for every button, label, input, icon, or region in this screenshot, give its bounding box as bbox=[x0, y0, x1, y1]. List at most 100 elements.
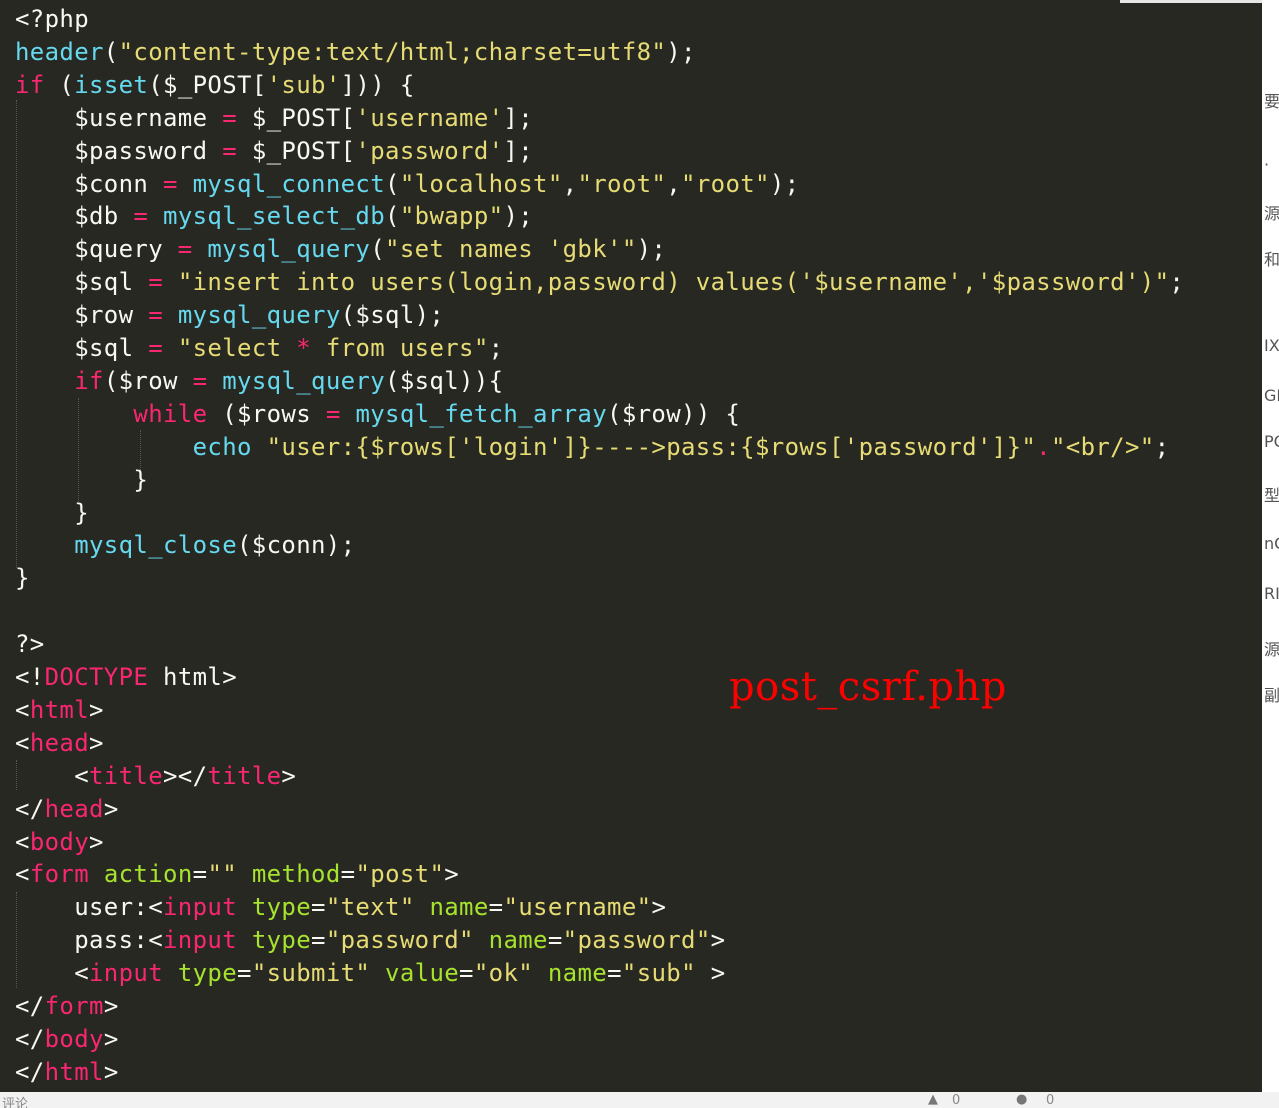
code-token: title bbox=[89, 761, 163, 790]
indent-guide bbox=[78, 398, 79, 502]
code-line: } bbox=[15, 562, 30, 595]
code-token: header bbox=[15, 37, 104, 66]
code-token: "user:{$rows['login']}---->pass:{$rows['… bbox=[266, 432, 1037, 461]
code-token: mysql_connect bbox=[192, 169, 386, 198]
code-token: = bbox=[607, 959, 622, 988]
code-token: = bbox=[325, 399, 341, 428]
code-line: <!DOCTYPE html> bbox=[15, 661, 237, 694]
code-token: 'password' bbox=[355, 136, 504, 165]
code-token: , bbox=[666, 169, 682, 198]
code-token: = bbox=[311, 893, 326, 922]
code-token: = bbox=[133, 202, 149, 231]
code-token: = bbox=[311, 926, 326, 955]
indent-guide bbox=[16, 100, 17, 568]
code-token: > bbox=[103, 1024, 119, 1053]
code-token: , bbox=[562, 169, 578, 198]
code-token: 'username' bbox=[355, 103, 504, 132]
code-token: ; bbox=[1154, 432, 1170, 461]
code-token: type bbox=[177, 959, 238, 988]
code-token: ( bbox=[385, 169, 400, 198]
code-token: while bbox=[133, 399, 208, 428]
code-line: $query = mysql_query("set names 'gbk'"); bbox=[15, 233, 666, 266]
code-token: user:< bbox=[15, 893, 163, 922]
code-token: < bbox=[15, 827, 30, 856]
like-count: 0 bbox=[952, 1093, 961, 1108]
code-token: type bbox=[251, 893, 312, 922]
code-token: . bbox=[1036, 432, 1051, 461]
code-token: ]; bbox=[503, 103, 534, 132]
indent-guide bbox=[140, 430, 141, 470]
code-token: value bbox=[385, 959, 460, 988]
code-line: echo "user:{$rows['login']}---->pass:{$r… bbox=[15, 431, 1169, 464]
code-token: "password" bbox=[325, 926, 474, 955]
code-token: "sub" bbox=[621, 959, 696, 988]
code-token: $_POST[ bbox=[237, 136, 356, 165]
code-token: ?> bbox=[15, 630, 45, 659]
code-token: $db bbox=[15, 202, 134, 231]
code-token: ($row)) { bbox=[607, 399, 741, 428]
code-token: > bbox=[281, 761, 297, 790]
code-token: type bbox=[251, 926, 312, 955]
comment-count: 0 bbox=[1046, 1093, 1055, 1108]
code-token: = bbox=[459, 959, 474, 988]
comment-icon[interactable]: ● bbox=[1016, 1092, 1027, 1107]
bottom-left-text: 评论 bbox=[2, 1097, 29, 1108]
code-token: 'sub' bbox=[266, 70, 341, 99]
code-token: mysql_query bbox=[222, 366, 386, 395]
code-token: "post" bbox=[355, 860, 445, 889]
code-token: method bbox=[251, 860, 341, 889]
edge-text-fragment: 副 bbox=[1264, 686, 1279, 705]
code-token: "bwapp" bbox=[399, 202, 504, 231]
code-token: "text" bbox=[325, 893, 415, 922]
code-token: </ bbox=[15, 992, 45, 1020]
code-line: $db = mysql_select_db("bwapp"); bbox=[15, 200, 533, 233]
code-token: = bbox=[148, 301, 164, 330]
code-token: $_POST[ bbox=[237, 103, 356, 132]
code-token: head bbox=[29, 728, 90, 757]
code-token: title bbox=[207, 761, 282, 790]
code-token: ></ bbox=[163, 761, 208, 790]
code-line: if (isset($_POST['sub'])) { bbox=[15, 69, 415, 102]
code-token: "" bbox=[207, 860, 238, 889]
code-token: input bbox=[89, 959, 163, 988]
code-token: "set names 'gbk'" bbox=[385, 235, 637, 264]
code-token: "password" bbox=[562, 926, 711, 955]
code-token: ( bbox=[44, 70, 75, 99]
code-token: form bbox=[44, 992, 104, 1020]
code-token: ; bbox=[488, 334, 504, 362]
bottom-bar: 评论 ▲ 0 ● 0 bbox=[0, 1092, 1279, 1108]
code-line: $row = mysql_query($sql); bbox=[15, 299, 444, 332]
code-line: </form> bbox=[15, 990, 119, 1023]
code-line: <form action="" method="post"> bbox=[15, 858, 459, 891]
like-icon[interactable]: ▲ bbox=[928, 1092, 938, 1107]
code-token: ( bbox=[103, 37, 119, 66]
code-line: </html> bbox=[15, 1056, 119, 1089]
code-line: $password = $_POST['password']; bbox=[15, 135, 533, 168]
code-token: ); bbox=[666, 37, 696, 66]
code-token: ($rows bbox=[207, 399, 326, 428]
code-token: <?php bbox=[15, 5, 89, 33]
code-token: name bbox=[429, 893, 489, 922]
code-token: $conn bbox=[15, 169, 163, 198]
code-token: ( bbox=[385, 202, 400, 231]
code-token: </ bbox=[15, 1057, 45, 1086]
code-token: ($sql); bbox=[340, 301, 445, 330]
code-token: from users" bbox=[311, 334, 489, 362]
code-token: html bbox=[44, 1057, 104, 1086]
code-token: > bbox=[651, 893, 667, 922]
code-token: body bbox=[29, 827, 90, 856]
code-token: "submit" bbox=[251, 959, 371, 988]
code-line: $sql = "select * from users"; bbox=[15, 332, 503, 365]
code-token: ($_POST[ bbox=[148, 70, 267, 99]
code-token: isset bbox=[74, 70, 149, 99]
edge-text-fragment: 源 bbox=[1264, 204, 1279, 223]
code-token: < bbox=[15, 695, 30, 724]
code-token: = bbox=[192, 860, 208, 889]
